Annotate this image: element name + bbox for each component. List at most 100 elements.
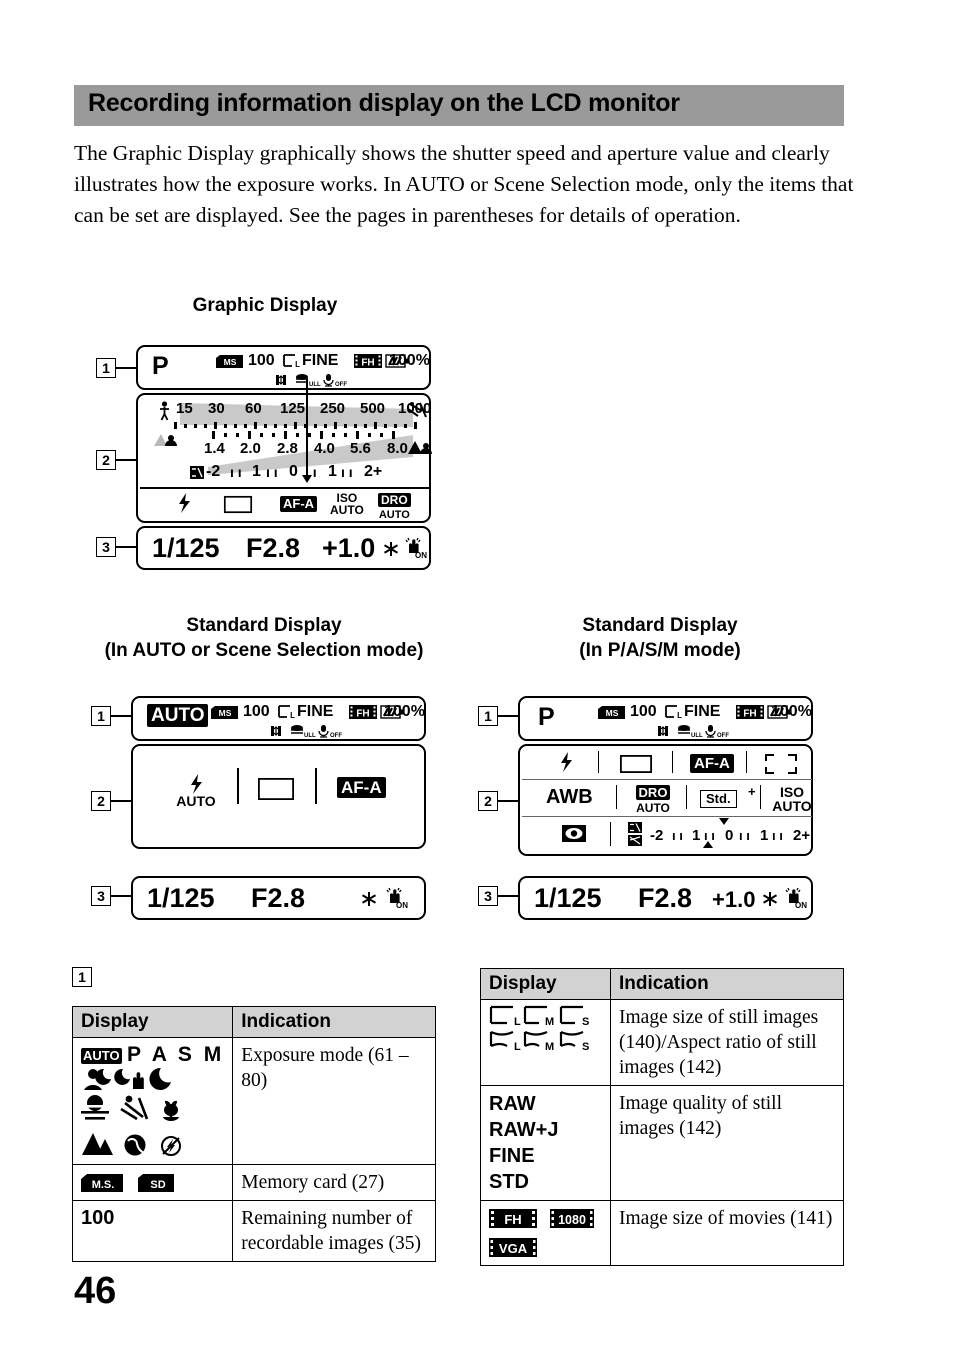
table-row: AUTO P A S M Exposure mode (61 – 80) xyxy=(71,1037,436,1165)
settings-divider xyxy=(140,487,430,489)
ae-lock-icon xyxy=(383,541,399,557)
action-sport-icon xyxy=(407,401,428,419)
callout-marker-3: 3 xyxy=(96,537,116,557)
table-header-row: Display Indication xyxy=(71,1006,436,1038)
pasm-modes-text: P A S M xyxy=(127,1043,225,1066)
svg-text:FH: FH xyxy=(504,1212,521,1227)
shutter-speed-value: 1/125 xyxy=(534,883,602,913)
aperture-value: F2.8 xyxy=(246,533,301,563)
sports-action-icon xyxy=(120,1095,149,1121)
dro-setting: DRO AUTO xyxy=(378,493,411,521)
flash-charge-icon: ULL xyxy=(290,724,316,739)
memory-stick-card-icon: M.S. xyxy=(81,1173,123,1192)
svg-text:MS: MS xyxy=(606,708,619,718)
quality-raw: RAW xyxy=(489,1093,536,1115)
steadyshot-icon: ON xyxy=(385,887,409,910)
remaining-images-value: 100 xyxy=(630,703,657,720)
standard-pasm-values-block: 1/125 F2.8 +1.0 ON xyxy=(518,876,813,920)
table-display-indication-left: Display Indication AUTO P A S M Exposure… xyxy=(71,1006,436,1262)
page-title: Recording information display on the LCD… xyxy=(88,89,680,117)
divider-2 xyxy=(315,768,317,804)
cell-image-quality-indication: Image quality of still images (142) xyxy=(610,1085,844,1201)
flash-icon xyxy=(189,774,203,794)
memory-stick-icon: MS xyxy=(216,355,243,368)
table-header-row: Display Indication xyxy=(480,968,844,1000)
image-size-L-icon: L xyxy=(283,354,301,369)
svg-text:L: L xyxy=(514,1041,521,1053)
table-left-marker: 1 xyxy=(72,967,92,987)
image-size-icon-grid: L M S L M S xyxy=(489,1005,589,1053)
scene-mode-icons xyxy=(81,1067,181,1156)
callout-line-1-auto xyxy=(111,715,131,717)
divider-1 xyxy=(237,768,239,804)
exposure-compensation-icon xyxy=(190,466,204,479)
caption-standard-pasm: Standard Display (In P/A/S/M mode) xyxy=(470,613,850,663)
callout-line-2-pasm xyxy=(498,800,518,802)
aperture-value: F2.8 xyxy=(251,883,306,913)
auto-mode-badge: AUTO xyxy=(81,1048,122,1064)
callout-marker-1: 1 xyxy=(96,358,116,378)
manual-page: Recording information display on the LCD… xyxy=(0,0,954,1345)
af-mode-badge: AF-A xyxy=(280,496,318,512)
image-size-L-icon: L xyxy=(489,1005,521,1028)
ev-pointer-markers xyxy=(703,818,729,848)
callout-line-3 xyxy=(116,546,136,548)
standard-auto-settings-block: AUTO AF-A xyxy=(131,744,426,849)
exposure-comp-value: +1.0 xyxy=(712,887,756,912)
standard-pasm-panel: 1 P MS 100 L FINE FH 100% ULL OFF 2 AF-A… xyxy=(478,696,813,920)
camera-shake-warning-icon xyxy=(656,724,670,738)
scene-mode-icon-grid xyxy=(81,1067,224,1159)
steadyshot-icon: ON xyxy=(404,537,428,560)
creative-style-plus-icon: + xyxy=(748,784,756,799)
divider-a2 xyxy=(672,751,674,773)
divider-row-a xyxy=(522,779,812,781)
portrait-icon xyxy=(124,1134,146,1156)
svg-text:ON: ON xyxy=(396,901,408,910)
af-mode-badge: AF-A xyxy=(690,754,734,773)
microphone-off-icon: OFF xyxy=(317,724,342,739)
iso-setting: ISO AUTO xyxy=(330,491,364,517)
flash-mode-label: AUTO xyxy=(176,793,216,809)
svg-text:FH: FH xyxy=(361,358,374,369)
divider-b2 xyxy=(686,785,688,809)
image-size-L-icon: L xyxy=(278,705,296,720)
aspect-16-9-L-icon: L xyxy=(489,1030,521,1053)
svg-text:FH: FH xyxy=(743,709,756,720)
memory-stick-icon: MS xyxy=(598,706,625,719)
callout-line-2-auto xyxy=(111,800,131,802)
quality-fine: FINE xyxy=(489,1145,535,1167)
page-number: 46 xyxy=(74,1270,117,1312)
cell-image-quality-list: RAW RAW+J FINE STD xyxy=(480,1085,611,1201)
iso-setting: ISO AUTO xyxy=(772,784,812,814)
callout-marker-2-pasm: 2 xyxy=(478,791,498,811)
hand-held-twilight-icon xyxy=(114,1068,144,1089)
camera-shake-warning-icon xyxy=(269,724,283,738)
standard-auto-panel: 1 AUTO MS 100 L FINE FH 100% ULL OFF 2 A… xyxy=(91,696,426,920)
callout-marker-3-pasm: 3 xyxy=(478,886,498,906)
image-size-L-icon: L xyxy=(665,705,683,720)
shutter-ticks xyxy=(174,422,417,429)
svg-text:ON: ON xyxy=(415,551,427,560)
shutter-speed-value: 1/125 xyxy=(147,883,215,913)
image-quality-value: FINE xyxy=(684,703,721,720)
column-header-display: Display xyxy=(71,1006,234,1038)
cell-remaining-count-display: 100 xyxy=(71,1200,234,1262)
callout-line-1-pasm xyxy=(498,715,518,717)
cell-exposure-mode-indication: Exposure mode (61 – 80) xyxy=(232,1037,436,1165)
svg-text:L: L xyxy=(290,711,295,720)
svg-text:1080: 1080 xyxy=(559,1213,587,1227)
svg-text:ON: ON xyxy=(795,901,807,910)
svg-text:OFF: OFF xyxy=(330,733,342,739)
image-quality-value: FINE xyxy=(297,703,334,720)
white-balance-value: AWB xyxy=(546,786,593,808)
standard-pasm-settings-block: AF-A AWB DRO AUTO Std. + ISO AUTO -2 ı ı… xyxy=(518,744,813,856)
callout-marker-2-auto: 2 xyxy=(91,791,111,811)
quality-raw-jpeg: RAW+J xyxy=(489,1119,559,1141)
exposure-mode-value: P xyxy=(538,703,555,731)
movie-size-fh-icon: FH xyxy=(349,705,377,720)
divider-a3 xyxy=(746,751,748,773)
flash-icon xyxy=(560,752,573,772)
exposure-comp-value: +1.0 xyxy=(322,533,376,563)
graphic-exposure-block: 15 30 60 125 250 500 1000 1.4 2.0 2.8 4.… xyxy=(136,379,432,523)
cell-movie-size-icons: FH 1080 VGA xyxy=(480,1200,611,1266)
